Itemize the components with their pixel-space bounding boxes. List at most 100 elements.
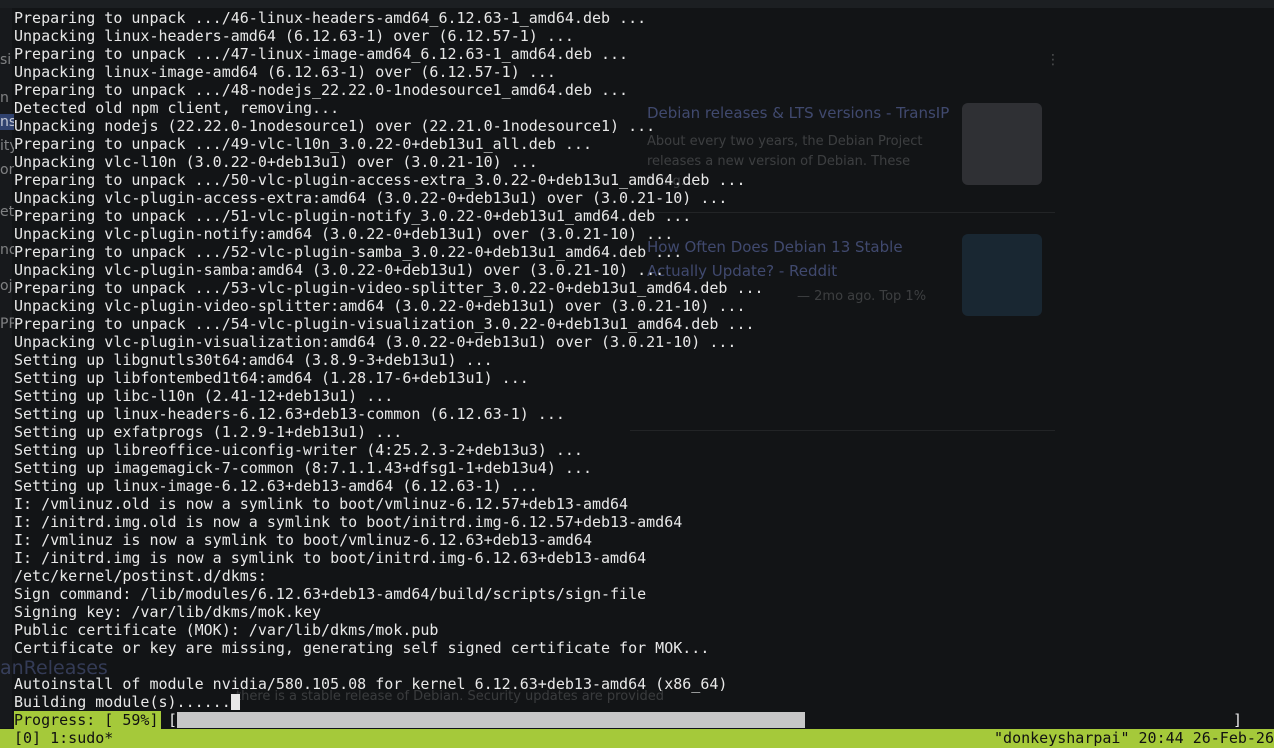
terminal-line: I: /vmlinuz.old is now a symlink to boot…: [14, 495, 1270, 513]
terminal-line: Preparing to unpack .../51-vlc-plugin-no…: [14, 207, 1270, 225]
browser-sidebar-edge: [0, 8, 12, 728]
terminal-line-text: Preparing to unpack .../53-vlc-plugin-vi…: [14, 279, 764, 297]
terminal-line: Preparing to unpack .../46-linux-headers…: [14, 9, 1270, 27]
terminal-output: Preparing to unpack .../46-linux-headers…: [14, 9, 1270, 711]
terminal-line-text: Preparing to unpack .../48-nodejs_22.22.…: [14, 81, 629, 99]
terminal-line-text: Preparing to unpack .../52-vlc-plugin-sa…: [14, 243, 683, 261]
terminal-line-text: Unpacking vlc-plugin-video-splitter:amd6…: [14, 297, 746, 315]
desktop-screen: si n ns ity on et no oj PP ⋮ Debian rele…: [0, 0, 1274, 748]
terminal-line: Setting up libfontembed1t64:amd64 (1.28.…: [14, 369, 1270, 387]
sidebar-fragment: on: [0, 162, 14, 178]
terminal-line: Building module(s)......: [14, 693, 1270, 711]
terminal-line-text: Setting up libreoffice-uiconfig-writer (…: [14, 441, 583, 459]
terminal-line: Setting up libreoffice-uiconfig-writer (…: [14, 441, 1270, 459]
terminal-line: Setting up imagemagick-7-common (8:7.1.1…: [14, 459, 1270, 477]
terminal-line: Setting up libgnutls30t64:amd64 (3.8.9-3…: [14, 351, 1270, 369]
terminal-line: Preparing to unpack .../54-vlc-plugin-vi…: [14, 315, 1270, 333]
terminal-line-text: Unpacking nodejs (22.22.0-1nodesource1) …: [14, 117, 656, 135]
terminal-line: Preparing to unpack .../53-vlc-plugin-vi…: [14, 279, 1270, 297]
terminal-line-text: Unpacking linux-headers-amd64 (6.12.63-1…: [14, 27, 574, 45]
terminal-line: Certificate or key are missing, generati…: [14, 639, 1270, 657]
terminal-line-text: I: /initrd.img is now a symlink to boot/…: [14, 549, 647, 567]
terminal-line-text: Setting up linux-headers-6.12.63+deb13-c…: [14, 405, 565, 423]
terminal-line: Unpacking nodejs (22.22.0-1nodesource1) …: [14, 117, 1270, 135]
terminal-line-text: Unpacking vlc-plugin-access-extra:amd64 …: [14, 189, 728, 207]
terminal-line-text: Preparing to unpack .../50-vlc-plugin-ac…: [14, 171, 746, 189]
sidebar-fragment: PP: [0, 316, 14, 332]
terminal-line-text: Setting up exfatprogs (1.2.9-1+deb13u1) …: [14, 423, 403, 441]
progress-label: Progress: [ 59%]: [14, 711, 161, 729]
terminal-line: Detected old npm client, removing...: [14, 99, 1270, 117]
terminal-line: Preparing to unpack .../52-vlc-plugin-sa…: [14, 243, 1270, 261]
sidebar-fragment: ity: [0, 138, 14, 154]
terminal-line: Setting up linux-image-6.12.63+deb13-amd…: [14, 477, 1270, 495]
terminal-line-text: Unpacking vlc-plugin-visualization:amd64…: [14, 333, 737, 351]
terminal-line: Unpacking vlc-plugin-access-extra:amd64 …: [14, 189, 1270, 207]
terminal-line-text: Unpacking linux-image-amd64 (6.12.63-1) …: [14, 63, 556, 81]
terminal-line: Unpacking vlc-plugin-notify:amd64 (3.0.2…: [14, 225, 1270, 243]
terminal-line-text: Detected old npm client, removing...: [14, 99, 340, 117]
terminal-line: Setting up exfatprogs (1.2.9-1+deb13u1) …: [14, 423, 1270, 441]
terminal-line: I: /initrd.img.old is now a symlink to b…: [14, 513, 1270, 531]
terminal-line: Unpacking linux-image-amd64 (6.12.63-1) …: [14, 63, 1270, 81]
terminal-line-text: I: /vmlinuz is now a symlink to boot/vml…: [14, 531, 592, 549]
progress-close-bracket: ]: [1232, 711, 1242, 729]
browser-top-bar: [0, 0, 1274, 8]
progress-row: Progress: [ 59%] [ ]: [14, 711, 1270, 729]
terminal-line-text: Signing key: /var/lib/dkms/mok.key: [14, 603, 322, 621]
terminal-line: Unpacking linux-headers-amd64 (6.12.63-1…: [14, 27, 1270, 45]
terminal-line: Preparing to unpack .../48-nodejs_22.22.…: [14, 81, 1270, 99]
terminal-line-text: Setting up libfontembed1t64:amd64 (1.28.…: [14, 369, 529, 387]
terminal-line: Unpacking vlc-plugin-visualization:amd64…: [14, 333, 1270, 351]
sidebar-fragment: no: [0, 242, 14, 258]
terminal-line-text: Preparing to unpack .../54-vlc-plugin-vi…: [14, 315, 755, 333]
terminal-line-text: Setting up imagemagick-7-common (8:7.1.1…: [14, 459, 592, 477]
terminal-line-text: Unpacking vlc-plugin-notify:amd64 (3.0.2…: [14, 225, 674, 243]
progress-open-bracket: [: [168, 711, 178, 729]
terminal-line-text: Autoinstall of module nvidia/580.105.08 …: [14, 675, 728, 693]
terminal-line-text: Preparing to unpack .../47-linux-image-a…: [14, 45, 629, 63]
terminal-line: /etc/kernel/postinst.d/dkms:: [14, 567, 1270, 585]
terminal-line-text: I: /initrd.img.old is now a symlink to b…: [14, 513, 683, 531]
terminal-line-text: Unpacking vlc-plugin-samba:amd64 (3.0.22…: [14, 261, 665, 279]
terminal-line: Preparing to unpack .../47-linux-image-a…: [14, 45, 1270, 63]
sidebar-fragment: oj: [0, 278, 13, 294]
tmux-window-list[interactable]: [0] 1:sudo*: [14, 729, 113, 748]
terminal-line-text: Preparing to unpack .../51-vlc-plugin-no…: [14, 207, 692, 225]
terminal-line: Preparing to unpack .../49-vlc-l10n_3.0.…: [14, 135, 1270, 153]
terminal-line: I: /vmlinuz is now a symlink to boot/vml…: [14, 531, 1270, 549]
terminal-line: I: /initrd.img is now a symlink to boot/…: [14, 549, 1270, 567]
terminal-line: Setting up linux-headers-6.12.63+deb13-c…: [14, 405, 1270, 423]
tmux-status-bar: [0] 1:sudo* "donkeysharpai" 20:44 26-Feb…: [0, 729, 1274, 748]
terminal-line-text: /etc/kernel/postinst.d/dkms:: [14, 567, 267, 585]
terminal-line-text: Building module(s)......: [14, 693, 231, 711]
terminal-line-text: Setting up libgnutls30t64:amd64 (3.8.9-3…: [14, 351, 493, 369]
terminal-line: Unpacking vlc-plugin-video-splitter:amd6…: [14, 297, 1270, 315]
terminal-line: Autoinstall of module nvidia/580.105.08 …: [14, 675, 1270, 693]
terminal-line-text: Setting up linux-image-6.12.63+deb13-amd…: [14, 477, 538, 495]
terminal-cursor: [230, 694, 240, 710]
terminal-line-text: Preparing to unpack .../46-linux-headers…: [14, 9, 647, 27]
terminal-line: Setting up libc-l10n (2.41-12+deb13u1) .…: [14, 387, 1270, 405]
terminal-line-text: Sign command: /lib/modules/6.12.63+deb13…: [14, 585, 647, 603]
terminal-line: Signing key: /var/lib/dkms/mok.key: [14, 603, 1270, 621]
sidebar-fragment: et: [0, 204, 14, 220]
progress-bar: [177, 712, 1242, 728]
terminal-line-text: I: /vmlinuz.old is now a symlink to boot…: [14, 495, 629, 513]
terminal-line: Preparing to unpack .../50-vlc-plugin-ac…: [14, 171, 1270, 189]
terminal-line-text: Certificate or key are missing, generati…: [14, 639, 710, 657]
progress-bar-fill: [177, 712, 805, 728]
tmux-status-info: "donkeysharpai" 20:44 26-Feb-26: [994, 729, 1274, 747]
terminal-line: Public certificate (MOK): /var/lib/dkms/…: [14, 621, 1270, 639]
terminal-line-text: Preparing to unpack .../49-vlc-l10n_3.0.…: [14, 135, 592, 153]
terminal-line-text: Setting up libc-l10n (2.41-12+deb13u1) .…: [14, 387, 394, 405]
terminal-line: Sign command: /lib/modules/6.12.63+deb13…: [14, 585, 1270, 603]
terminal-line-text: Public certificate (MOK): /var/lib/dkms/…: [14, 621, 439, 639]
terminal-line: Unpacking vlc-l10n (3.0.22-0+deb13u1) ov…: [14, 153, 1270, 171]
terminal-line: Unpacking vlc-plugin-samba:amd64 (3.0.22…: [14, 261, 1270, 279]
sidebar-fragment-selected: ns: [0, 114, 14, 130]
sidebar-fragment: si: [0, 52, 12, 68]
sidebar-fragment: n: [0, 90, 9, 106]
terminal-line-text: Unpacking vlc-l10n (3.0.22-0+deb13u1) ov…: [14, 153, 538, 171]
